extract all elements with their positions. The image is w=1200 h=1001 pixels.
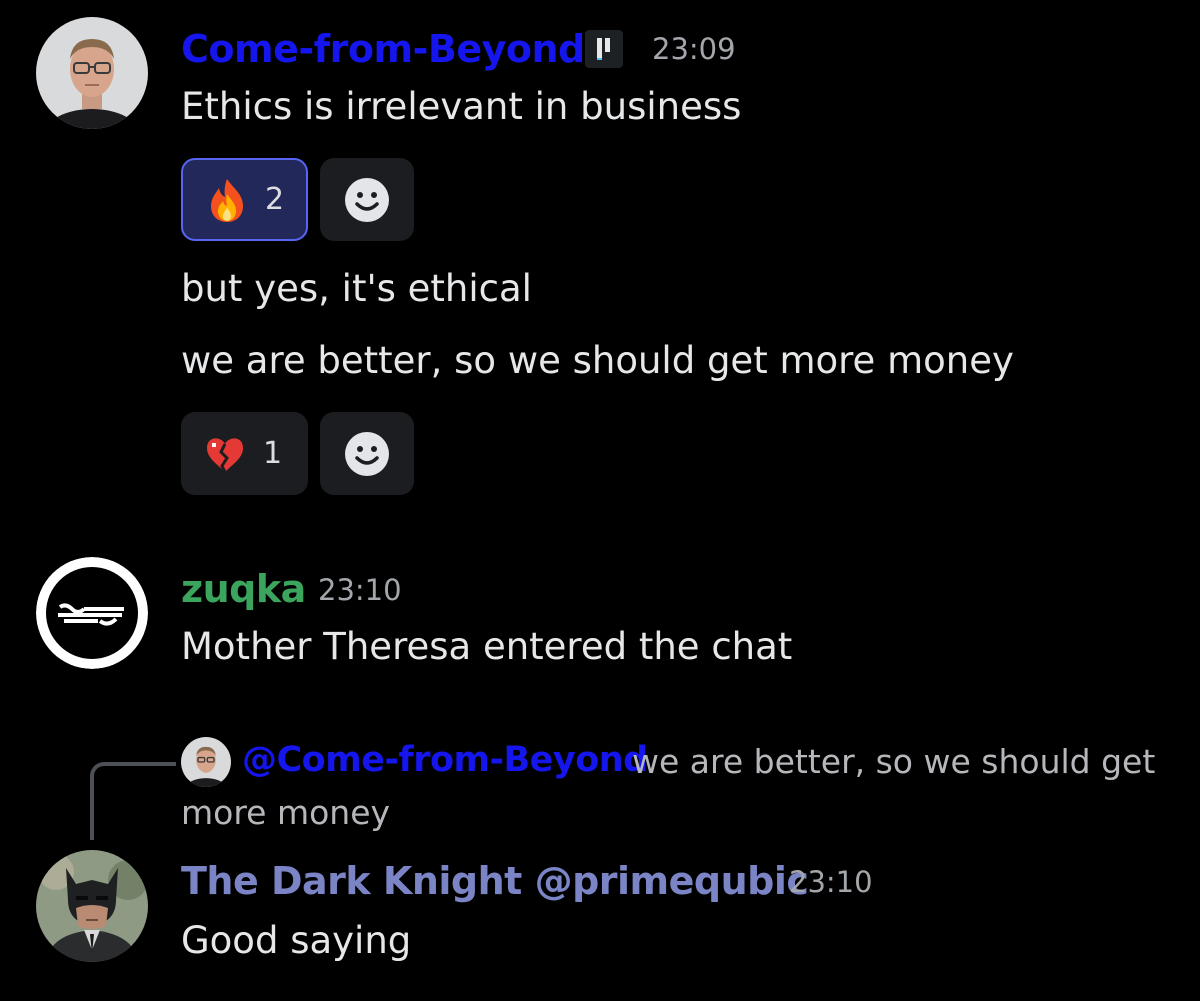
avatar-zuqka[interactable] bbox=[36, 557, 148, 669]
add-reaction-button[interactable] bbox=[320, 412, 414, 495]
message-text: Mother Theresa entered the chat bbox=[181, 625, 793, 668]
server-tag-icon[interactable] bbox=[585, 30, 623, 68]
smiley-add-reaction-icon bbox=[345, 431, 389, 476]
timestamp: 23:09 bbox=[652, 32, 736, 66]
avatar-come-from-beyond[interactable] bbox=[36, 17, 148, 129]
username-zuqka[interactable]: zuqka bbox=[181, 570, 306, 608]
chat-page: Come-from-Beyond 23:09 Ethics is irrelev… bbox=[0, 0, 1200, 1001]
avatar-the-dark-knight[interactable] bbox=[36, 850, 148, 962]
reply-preview-text[interactable]: we are better, so we should get bbox=[632, 745, 1155, 778]
message-text: but yes, it's ethical bbox=[181, 267, 532, 310]
broken-heart-emoji bbox=[207, 437, 243, 473]
message-text: Good saying bbox=[181, 919, 412, 962]
add-reaction-button[interactable] bbox=[320, 158, 414, 241]
fire-emoji bbox=[211, 178, 243, 222]
reaction-broken-heart[interactable]: 1 bbox=[181, 412, 308, 495]
timestamp: 23:10 bbox=[789, 865, 873, 899]
reply-connector bbox=[90, 762, 176, 840]
smiley-add-reaction-icon bbox=[345, 177, 389, 222]
reaction-count: 2 bbox=[265, 181, 285, 217]
timestamp: 23:10 bbox=[318, 573, 402, 607]
reply-mention[interactable]: @Come-from-Beyond bbox=[242, 743, 648, 778]
username-the-dark-knight[interactable]: The Dark Knight @primequbic bbox=[181, 862, 809, 900]
reply-preview-text[interactable]: more money bbox=[181, 796, 390, 829]
message-text: Ethics is irrelevant in business bbox=[181, 85, 742, 128]
reaction-count: 1 bbox=[263, 435, 283, 471]
reaction-fire[interactable]: 2 bbox=[181, 158, 308, 241]
reply-avatar[interactable] bbox=[181, 737, 231, 787]
message-text: we are better, so we should get more mon… bbox=[181, 339, 1014, 382]
username-come-from-beyond[interactable]: Come-from-Beyond bbox=[181, 30, 585, 68]
